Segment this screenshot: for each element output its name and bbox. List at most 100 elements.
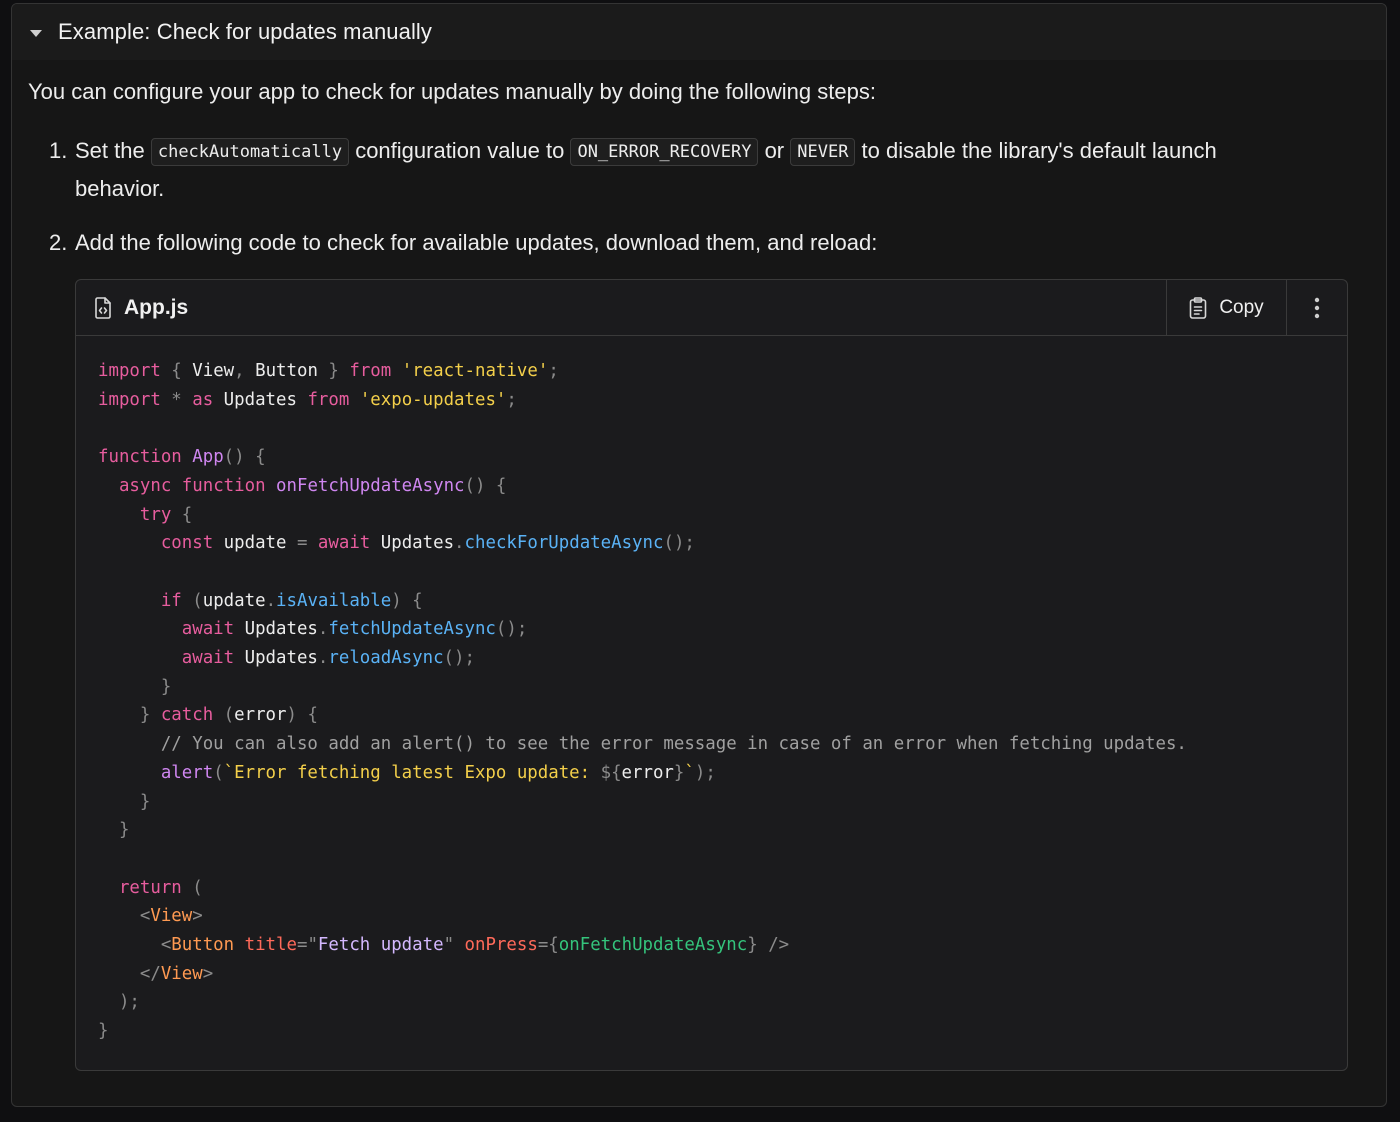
code-line: alert(`Error fetching latest Expo update… <box>98 759 1187 788</box>
code-token: ) { <box>286 705 318 726</box>
code-token: function <box>98 447 182 468</box>
code-token: ( <box>213 762 224 783</box>
collapsible-title: Example: Check for updates manually <box>58 19 433 44</box>
code-token: `Error fetching latest Expo update: <box>223 762 601 783</box>
step-text: or <box>758 138 791 163</box>
code-token: } /> <box>747 935 790 956</box>
code-token: ${ <box>600 762 622 783</box>
step-number: 1. <box>49 138 68 163</box>
code-token: onPress <box>464 935 538 956</box>
code-token: App <box>192 447 224 468</box>
code-token: alert <box>160 762 214 783</box>
code-line: function App() { <box>98 443 1187 472</box>
code-line: const update = await Updates.checkForUpd… <box>98 529 1187 558</box>
code-token: ={ <box>537 935 559 956</box>
code-token: } <box>98 705 161 726</box>
code-token: if <box>160 590 182 611</box>
code-line: import { View, Button } from 'react-nati… <box>98 357 1187 386</box>
code-token: } <box>98 1021 109 1042</box>
code-content: import { View, Button } from 'react-nati… <box>98 357 1187 1046</box>
code-token: } <box>673 762 685 783</box>
code-token: =" <box>296 935 318 956</box>
code-token: } <box>98 820 130 841</box>
code-token: " <box>443 935 455 956</box>
code-line: <View> <box>98 902 1187 931</box>
file-code-icon <box>95 296 111 319</box>
code-token: onFetchUpdateAsync <box>558 935 748 956</box>
code-line: } <box>98 673 1187 702</box>
code-token: 'react-native' <box>401 361 549 381</box>
inline-code-check-automatically: checkAutomatically <box>150 138 350 166</box>
code-token: ( <box>181 877 203 898</box>
code-token: (); <box>663 533 695 554</box>
code-token: from <box>349 361 392 381</box>
code-token: () { <box>223 447 266 468</box>
code-line: return ( <box>98 874 1187 903</box>
step-text: Add the following code to check for avai… <box>75 230 878 255</box>
code-line: await Updates.reloadAsync(); <box>98 644 1187 673</box>
code-token: View <box>192 361 235 381</box>
code-token: < <box>98 906 151 927</box>
code-token: } <box>98 791 151 812</box>
code-line: await Updates.fetchUpdateAsync(); <box>98 615 1187 644</box>
code-token: as <box>192 389 214 410</box>
copy-button[interactable]: Copy <box>1166 280 1287 335</box>
code-token: } <box>98 676 172 697</box>
code-token: { <box>160 361 193 381</box>
step-text: Set the <box>75 138 151 163</box>
code-token: > <box>202 963 214 984</box>
code-token: View <box>150 906 193 927</box>
code-token: const <box>160 533 214 554</box>
inline-code-never: NEVER <box>790 138 856 166</box>
code-token: </ <box>98 963 161 984</box>
more-options-button[interactable] <box>1287 280 1347 335</box>
code-token: reloadAsync <box>328 648 444 669</box>
code-token: . <box>265 590 277 611</box>
code-line: } catch (error) { <box>98 701 1187 730</box>
code-token: function <box>181 475 266 496</box>
code-token: return <box>118 877 182 898</box>
caret-down-icon[interactable] <box>30 29 42 37</box>
code-line: import * as Updates from 'expo-updates'; <box>98 386 1187 415</box>
code-token: checkForUpdateAsync <box>464 533 664 554</box>
code-token: * <box>160 389 193 410</box>
code-line: try { <box>98 501 1187 530</box>
code-line: // You can also add an alert() to see th… <box>98 730 1187 759</box>
collapsible-summary[interactable]: Example: Check for updates manually <box>12 4 1386 60</box>
code-token: . <box>317 648 329 669</box>
code-token: await <box>181 619 235 640</box>
code-token: fetchUpdateAsync <box>328 619 496 640</box>
step-number: 2. <box>49 230 68 255</box>
code-token: (); <box>495 619 528 640</box>
code-token: () { <box>464 475 507 496</box>
code-token: onFetchUpdateAsync <box>276 475 465 496</box>
list-item-step-1: 1. Set the checkAutomatically configurat… <box>49 133 1275 206</box>
code-token: Updates <box>234 648 318 669</box>
code-token: ; <box>548 361 559 381</box>
code-token: Button <box>171 935 235 956</box>
code-token: ; <box>506 389 517 410</box>
code-token: < <box>98 935 172 956</box>
code-token: ( <box>213 705 235 726</box>
code-line: } <box>98 816 1187 845</box>
code-token: update <box>213 533 297 554</box>
code-token: error <box>234 705 287 726</box>
code-token: Updates <box>370 533 455 554</box>
code-token: try <box>139 504 172 525</box>
list-item-step-2: 2. Add the following code to check for a… <box>49 225 1275 260</box>
more-vertical-icon <box>1314 297 1320 318</box>
code-token: ); <box>98 992 140 1013</box>
code-block-file: App.js <box>76 296 1166 320</box>
